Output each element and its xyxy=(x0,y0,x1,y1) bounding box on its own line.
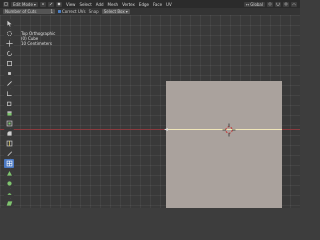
edge-select-button[interactable] xyxy=(47,1,54,7)
shear-icon xyxy=(6,201,12,206)
edge-select-icon xyxy=(49,2,53,6)
spin-icon xyxy=(6,181,12,186)
select-box-label: Select Box xyxy=(103,9,125,14)
face-select-button[interactable] xyxy=(55,1,62,7)
proportional-edit-button[interactable] xyxy=(283,1,289,7)
checkbox-checked-icon xyxy=(58,10,61,13)
correct-uvs-label: Correct UVs xyxy=(62,9,86,14)
tool-loop-cut[interactable] xyxy=(4,139,14,148)
tool-transform[interactable] xyxy=(4,69,14,78)
menu-uv[interactable]: UV xyxy=(166,2,172,7)
pivot-icon xyxy=(268,2,272,6)
tool-knife[interactable] xyxy=(4,149,14,158)
tool-cursor[interactable] xyxy=(4,29,14,38)
magnet-icon xyxy=(276,2,280,6)
header-menu: View Select Add Mesh Vertex Edge Face UV xyxy=(66,2,172,7)
mesh-face[interactable] xyxy=(166,81,282,208)
tool-spin[interactable] xyxy=(4,179,14,188)
grid-scale: 10 Centimeters xyxy=(21,41,52,46)
number-of-cuts-value: 1 xyxy=(50,9,53,14)
tool-bevel[interactable] xyxy=(4,129,14,138)
tool-inset[interactable] xyxy=(4,119,14,128)
inset-icon xyxy=(6,120,12,127)
snap-label: Snap xyxy=(88,9,99,14)
rotate-icon xyxy=(6,51,12,56)
editor-type-button[interactable] xyxy=(3,1,9,7)
tools-toolbar xyxy=(4,19,14,208)
correct-uvs-checkbox[interactable]: Correct UVs xyxy=(58,9,86,14)
bevel-icon xyxy=(6,131,12,136)
header-bar: Edit Mode ▾ View Select Add Mesh Vertex … xyxy=(0,0,300,8)
menu-mesh[interactable]: Mesh xyxy=(108,2,119,7)
tool-rotate[interactable] xyxy=(4,49,14,58)
tool-measure[interactable] xyxy=(4,89,14,98)
transform-orientation-dropdown[interactable]: ↔ Global xyxy=(243,1,265,7)
ruler-icon xyxy=(6,91,12,96)
mode-label: Edit Mode xyxy=(13,1,33,7)
smooth-icon xyxy=(6,193,12,195)
tool-poly-build[interactable] xyxy=(4,169,14,178)
select-box-dropdown[interactable]: Select Box ▾ xyxy=(101,9,130,14)
grid-subdivide-icon xyxy=(6,160,12,167)
tool-add-cube[interactable] xyxy=(4,99,14,108)
tool-select[interactable] xyxy=(4,19,14,28)
tool-move[interactable] xyxy=(4,39,14,48)
menu-vertex[interactable]: Vertex xyxy=(122,2,135,7)
global-label: Global xyxy=(250,1,263,7)
proportional-falloff-button[interactable] xyxy=(291,1,297,7)
number-of-cuts-label: Number of Cuts xyxy=(5,9,37,14)
viewport-info: Top Orthographic (0) Cube 10 Centimeters xyxy=(21,31,55,46)
axis-icon: ↔ xyxy=(245,1,250,7)
move-icon xyxy=(5,40,13,47)
menu-view[interactable]: View xyxy=(66,2,76,7)
tool-settings-bar: Number of Cuts 1 Correct UVs Snap Select… xyxy=(0,8,300,15)
viewport-icon xyxy=(4,2,8,6)
tool-annotate[interactable] xyxy=(4,79,14,88)
3d-cursor-icon[interactable] xyxy=(222,123,236,137)
pivot-button[interactable] xyxy=(267,1,273,7)
3d-viewport[interactable]: Top Orthographic (0) Cube 10 Centimeters xyxy=(0,15,300,208)
tool-shear[interactable] xyxy=(4,199,14,208)
extrude-icon xyxy=(6,111,12,116)
mode-dropdown[interactable]: Edit Mode ▾ xyxy=(11,1,38,7)
knife-icon xyxy=(6,151,12,156)
menu-select[interactable]: Select xyxy=(79,2,91,7)
tool-extrude[interactable] xyxy=(4,109,14,118)
menu-edge[interactable]: Edge xyxy=(139,2,149,7)
menu-add[interactable]: Add xyxy=(96,2,104,7)
menu-face[interactable]: Face xyxy=(153,2,162,7)
transform-icon xyxy=(7,72,11,75)
pencil-icon xyxy=(6,81,12,86)
loop-cut-icon xyxy=(6,140,12,147)
vertex-select-icon xyxy=(42,3,44,5)
vertex-select-button[interactable] xyxy=(39,1,46,7)
tool-scale[interactable] xyxy=(4,59,14,68)
crosshair-icon xyxy=(6,31,12,36)
tool-subdivide[interactable] xyxy=(4,159,14,168)
vertex-marker-icon xyxy=(164,128,168,131)
scale-icon xyxy=(6,61,12,66)
proportional-edit-icon xyxy=(284,2,288,6)
cube-add-icon xyxy=(6,101,11,106)
face-select-icon xyxy=(57,2,61,6)
chevron-down-icon: ▾ xyxy=(125,9,128,14)
poly-build-icon xyxy=(6,171,12,176)
header-right: ↔ Global xyxy=(243,1,297,7)
chevron-down-icon: ▾ xyxy=(33,1,36,7)
falloff-curve-icon xyxy=(292,3,296,6)
tool-smooth[interactable] xyxy=(4,189,14,198)
snap-toggle-button[interactable] xyxy=(275,1,281,7)
cursor-arrow-icon xyxy=(6,20,12,27)
number-of-cuts-field[interactable]: Number of Cuts 1 xyxy=(3,9,55,14)
